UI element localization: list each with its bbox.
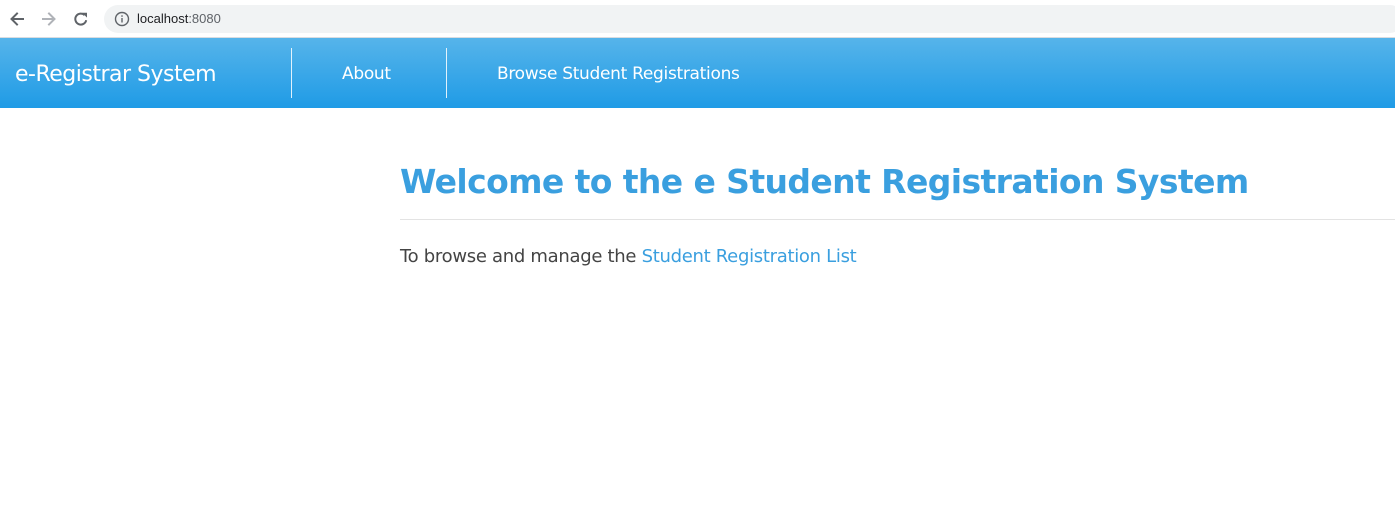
arrow-left-icon (10, 12, 24, 26)
student-registration-list-link[interactable]: Student Registration List (642, 246, 857, 267)
reload-icon (74, 12, 88, 26)
back-button[interactable] (5, 7, 29, 31)
app-navbar: e-Registrar System About Browse Student … (0, 38, 1395, 108)
info-icon[interactable] (114, 11, 130, 27)
nav-link-about[interactable]: About (342, 62, 391, 86)
nav-divider (446, 48, 447, 98)
intro-text: To browse and manage the (400, 246, 642, 267)
arrow-right-icon (42, 12, 56, 26)
page-title: Welcome to the e Student Registration Sy… (400, 162, 1249, 201)
url-host: localhost (137, 11, 189, 26)
url-port: :8080 (188, 11, 221, 26)
intro-paragraph: To browse and manage the Student Registr… (400, 245, 857, 269)
browser-toolbar: localhost:8080 (0, 0, 1395, 38)
reload-button[interactable] (69, 7, 93, 31)
url-text: localhost:8080 (137, 11, 221, 27)
nav-divider (291, 48, 292, 98)
forward-button[interactable] (37, 7, 61, 31)
title-divider (400, 219, 1395, 220)
nav-link-browse-registrations[interactable]: Browse Student Registrations (497, 62, 740, 86)
brand-link[interactable]: e-Registrar System (15, 60, 217, 90)
address-bar[interactable]: localhost:8080 (104, 5, 1395, 33)
